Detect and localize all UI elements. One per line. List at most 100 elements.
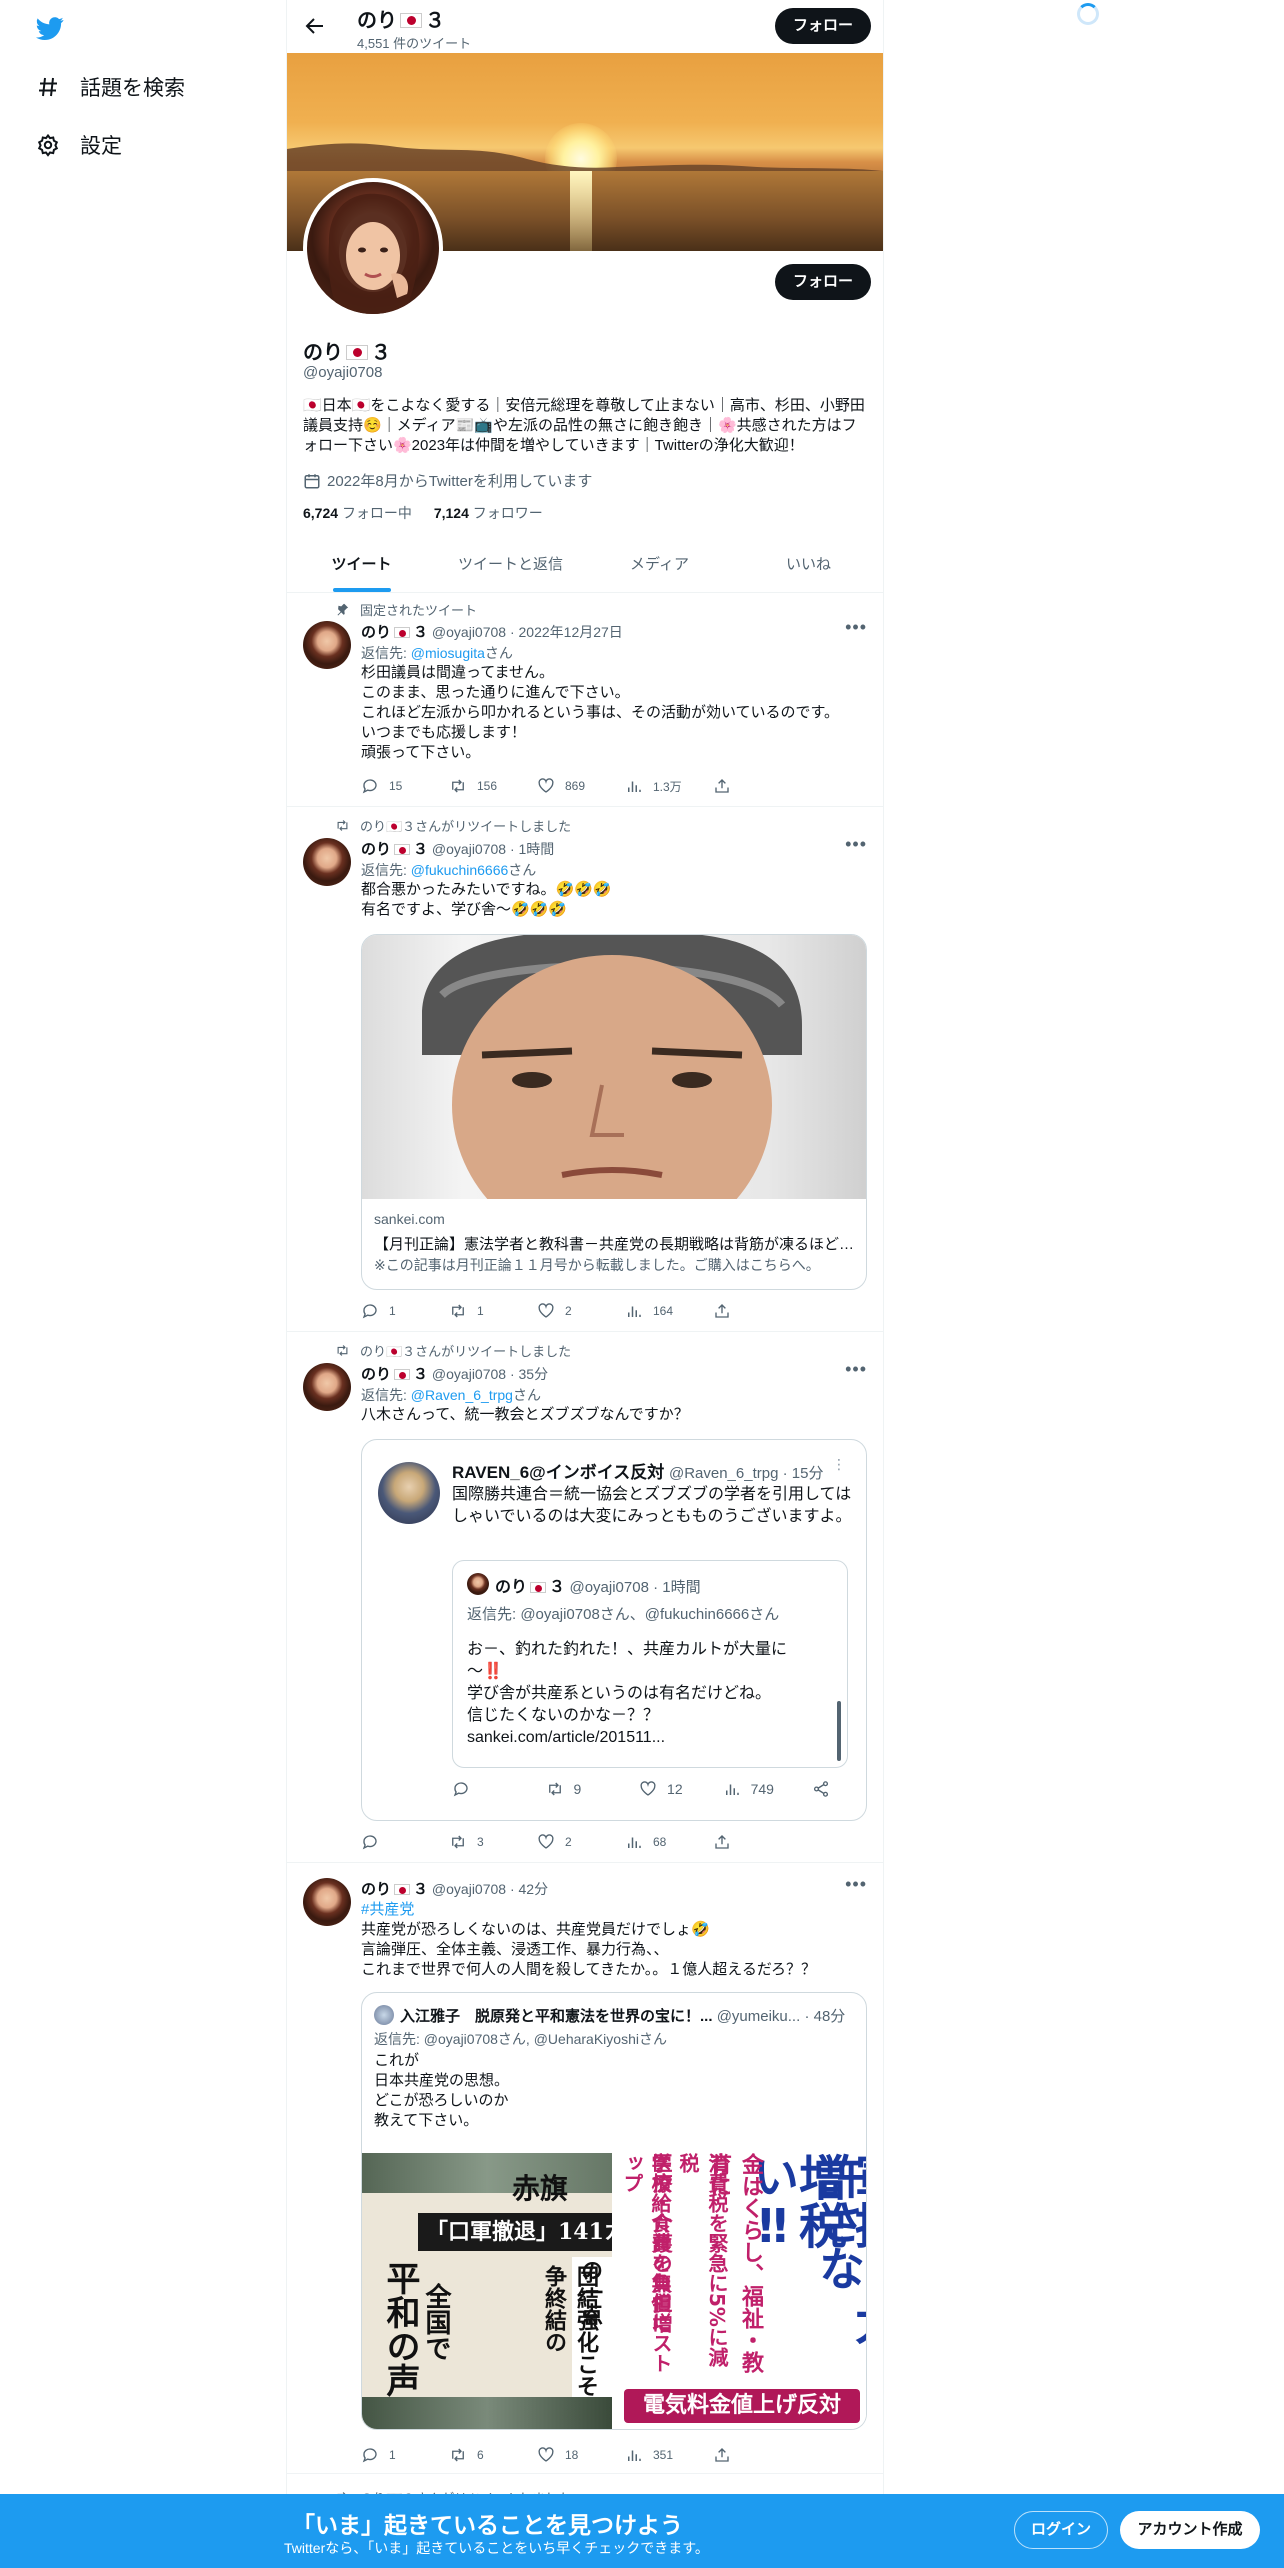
embed-author-name[interactable]: RAVEN_6@インボイス反対 xyxy=(452,1463,664,1482)
tweet-line: 杉田議員は間違ってません。 xyxy=(361,664,555,681)
more-options-icon[interactable]: ••• xyxy=(845,834,867,855)
share-icon xyxy=(715,1835,729,1849)
reply-to-link[interactable]: @miosugita xyxy=(411,645,485,661)
retweet-action[interactable]: 1 xyxy=(449,1302,537,1320)
tweet-author-name[interactable]: のり xyxy=(361,841,391,858)
profile-follow-button[interactable]: フォロー xyxy=(775,264,871,300)
hashtag-icon xyxy=(39,77,57,97)
banner-sun-reflection xyxy=(570,171,592,251)
tweet-author-name[interactable]: のり xyxy=(361,1366,391,1383)
login-button[interactable]: ログイン xyxy=(1014,2511,1108,2549)
tab-media[interactable]: メディア xyxy=(585,540,734,592)
embed-retweet-action[interactable]: 9 xyxy=(546,1780,640,1798)
tab-likes[interactable]: いいね xyxy=(734,540,883,592)
followers-link[interactable]: 7,124 フォロワー xyxy=(434,505,543,521)
tweet-pinned[interactable]: 固定されたツイート のり ３ @oyaji0708 · 2022年12月27日 •… xyxy=(287,593,883,807)
tweet-meta[interactable]: @oyaji0708 · 35分 xyxy=(432,1366,548,1382)
quote-line: 教えて下さい。 xyxy=(374,2112,479,2129)
loading-spinner-icon xyxy=(1077,3,1099,25)
tweet-retweet[interactable]: のり🇯🇵３さんがリツイートしました のり ３ @oyaji0708 · 1時間 •… xyxy=(287,808,883,1332)
nav-explore[interactable]: 話題を検索 xyxy=(36,72,185,102)
more-options-icon[interactable]: ••• xyxy=(845,1359,867,1380)
avatar[interactable] xyxy=(303,1878,351,1926)
views-action[interactable]: 351 xyxy=(625,2446,713,2464)
quote-image-newspaper[interactable]: 赤旗 「口軍撤退」141カ 平和の声 全国で 国連憲章を守れ の一点 団結強化こ… xyxy=(362,2153,612,2429)
more-options-icon[interactable]: ••• xyxy=(845,1874,867,1895)
like-action[interactable]: 2 xyxy=(537,1833,625,1851)
reply-to-link[interactable]: @Raven_6_trpg xyxy=(411,1387,513,1403)
share-icon xyxy=(715,1304,729,1318)
like-action[interactable]: 2 xyxy=(537,1302,625,1320)
quote-avatar xyxy=(374,2005,394,2025)
reply-prefix: 返信先: xyxy=(361,645,411,661)
reply-action[interactable] xyxy=(361,1833,449,1851)
retweet-icon xyxy=(452,2448,464,2462)
like-action[interactable]: 869 xyxy=(537,777,625,795)
quote-meta: @yumeiku... · 48分 xyxy=(716,2008,846,2025)
japan-flag-icon xyxy=(394,844,411,855)
hashtag-link[interactable]: #共産党 xyxy=(361,1900,871,1920)
views-action[interactable]: 68 xyxy=(625,1833,713,1851)
profile-avatar[interactable] xyxy=(303,178,443,318)
reply-action[interactable]: 1 xyxy=(361,1302,449,1320)
more-options-icon[interactable]: ••• xyxy=(845,617,867,638)
avatar[interactable] xyxy=(303,1363,351,1411)
retweet-icon xyxy=(337,1345,348,1356)
embed-avatar[interactable] xyxy=(378,1462,440,1524)
reply-to-link[interactable]: @fukuchin6666 xyxy=(411,862,509,878)
nav-settings-label: 設定 xyxy=(80,135,122,158)
retweet-action[interactable]: 156 xyxy=(449,777,537,795)
reply-action[interactable]: 15 xyxy=(361,777,449,795)
tweet-retweet[interactable]: のり🇯🇵３さんがリツイートしました のり ３ @oyaji0708 · 35分 •… xyxy=(287,1333,883,1863)
newspaper-masthead: 赤旗 xyxy=(512,2172,569,2205)
avatar[interactable] xyxy=(303,838,351,886)
embed-scrollbar[interactable] xyxy=(837,1701,841,1761)
embed-like-action[interactable]: 12 xyxy=(639,1780,723,1798)
share-action[interactable] xyxy=(713,2446,801,2464)
retweet-action[interactable]: 6 xyxy=(449,2446,537,2464)
quoted-link[interactable]: sankei.com/article/201511... xyxy=(467,1727,827,1749)
embedded-tweet[interactable]: RAVEN_6@インボイス反対 @Raven_6_trpg · 15分 ⋮ 国際… xyxy=(361,1439,867,1821)
link-card[interactable]: sankei.com 【月刊正論】憲法学者と教科書－共産党の長期戦略は背筋が凍る… xyxy=(361,934,867,1290)
heart-icon xyxy=(538,1303,554,1318)
tweet-author-name[interactable]: のり xyxy=(361,624,391,641)
tweet-context-text: 固定されたツイート xyxy=(360,603,478,618)
views-action[interactable]: 1.3万 xyxy=(625,777,713,795)
nav-settings[interactable]: 設定 xyxy=(36,130,122,160)
tweet-author-name[interactable]: のり xyxy=(361,1881,391,1898)
embed-reply-action[interactable] xyxy=(452,1780,546,1798)
quoted-tweet[interactable]: 入江雅子 脱原発と平和憲法を世界の宝に！... @yumeiku... · 48… xyxy=(361,1992,867,2430)
retweet-action[interactable]: 3 xyxy=(449,1833,537,1851)
header-follow-button[interactable]: フォロー xyxy=(775,8,871,44)
tweet-quote[interactable]: のり ３ @oyaji0708 · 42分 ••• #共産党 共産党が恐ろしくない… xyxy=(287,1864,883,2474)
signup-button[interactable]: アカウント作成 xyxy=(1120,2511,1260,2549)
tweet-actions: 1 1 2 164 xyxy=(361,1302,801,1320)
quoted-line: 信じたくないのかな－？？ xyxy=(467,1707,660,1724)
avatar[interactable] xyxy=(303,621,351,669)
tab-tweets[interactable]: ツイート xyxy=(287,540,436,592)
tweet-line: これまで世界で何人の人間を殺してきたか。。１億人超えるだろ？？ xyxy=(361,1961,816,1978)
embed-views-action[interactable]: 749 xyxy=(723,1780,813,1798)
tweet-meta[interactable]: @oyaji0708 · 1時間 xyxy=(432,841,554,857)
following-link[interactable]: 6,724 フォロー中 xyxy=(303,505,412,521)
japan-flag-icon xyxy=(346,345,368,360)
embed-share-action[interactable] xyxy=(812,1780,842,1798)
views-action[interactable]: 164 xyxy=(625,1302,713,1320)
share-action[interactable] xyxy=(713,777,801,795)
tweet-line: このまま、思った通りに進んで下さい。 xyxy=(361,684,630,701)
share-action[interactable] xyxy=(713,1302,801,1320)
share-action[interactable] xyxy=(713,1833,801,1851)
reply-action[interactable]: 1 xyxy=(361,2446,449,2464)
tab-tweets-and-replies[interactable]: ツイートと返信 xyxy=(436,540,585,592)
embed-quoted-tweet[interactable]: のり ３ @oyaji0708 · 1時間 返信先: @oyaji0708さん、@… xyxy=(452,1560,848,1768)
reply-count: 15 xyxy=(389,779,403,793)
quote-image-poster[interactable]: 軍拡・大増税 許さない‼ 金はくらし、福祉・教育に 消費税を緊急に5%に減税 学… xyxy=(614,2153,866,2429)
embed-more-icon[interactable]: ⋮ xyxy=(832,1456,846,1473)
tweet-meta[interactable]: @oyaji0708 · 42分 xyxy=(432,1881,548,1897)
poster-line-4: 医療・介護の負担増ストップ xyxy=(620,2153,673,2373)
heart-icon xyxy=(538,778,554,793)
tweet-meta[interactable]: @oyaji0708 · 2022年12月27日 xyxy=(432,624,623,640)
twitter-logo-icon[interactable] xyxy=(34,14,66,42)
back-arrow-icon[interactable] xyxy=(303,14,327,38)
like-action[interactable]: 18 xyxy=(537,2446,625,2464)
